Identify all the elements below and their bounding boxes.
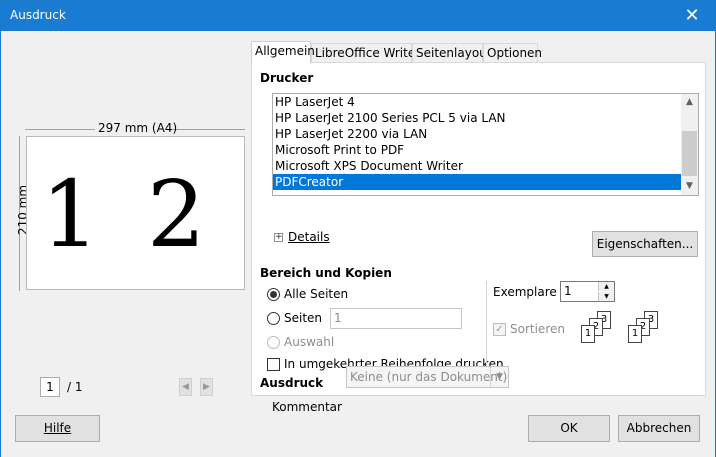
- scroll-down-icon[interactable]: ▼: [681, 178, 698, 195]
- range-section-title: Bereich und Kopien: [260, 266, 392, 280]
- print-dialog: Ausdruck ✕ 297 mm (A4) 210 mm 1 2 1 / 1 …: [0, 0, 716, 457]
- preview-width-line: [171, 129, 245, 130]
- scroll-up-icon[interactable]: ▲: [681, 94, 698, 111]
- range-divider: [486, 281, 487, 373]
- printer-list-scrollbar[interactable]: ▲ ▼: [681, 94, 698, 195]
- tab-panel-allgemein: Drucker HP LaserJet 4 HP LaserJet 2100 S…: [251, 62, 706, 414]
- all-pages-label[interactable]: Alle Seiten: [284, 287, 348, 301]
- collate-on-icon: 3 2 1: [581, 311, 619, 347]
- list-item[interactable]: Microsoft XPS Document Writer: [273, 158, 698, 174]
- collate-off-icon: 3 2 1: [628, 311, 666, 347]
- current-page-field[interactable]: 1: [40, 377, 60, 397]
- list-item-selected[interactable]: PDFCreator: [273, 174, 681, 190]
- selection-label: Auswahl: [284, 335, 335, 349]
- printer-section-title: Drucker: [260, 71, 314, 85]
- properties-button[interactable]: Eigenschaften...: [592, 231, 698, 257]
- increment-icon[interactable]: ▲: [598, 282, 614, 291]
- collate-checkbox[interactable]: ✓: [493, 323, 506, 336]
- tab-seitenlayout[interactable]: Seitenlayout: [412, 43, 491, 63]
- all-pages-radio[interactable]: [267, 288, 280, 301]
- decrement-icon[interactable]: ▼: [598, 292, 614, 301]
- tab-allgemein[interactable]: Allgemein: [251, 41, 315, 64]
- preview-page-number: 2: [147, 161, 206, 268]
- pages-radio[interactable]: [267, 312, 280, 325]
- title-bar: Ausdruck ✕: [1, 1, 715, 31]
- preview-page-number: 1: [41, 161, 100, 268]
- list-item[interactable]: HP LaserJet 2200 via LAN: [273, 126, 698, 142]
- tab-libreoffice-writer[interactable]: LibreOffice Writer: [311, 43, 420, 63]
- page-count: / 1: [67, 380, 83, 394]
- dialog-body: 297 mm (A4) 210 mm 1 2 1 / 1 ◀ ▶ Allgeme…: [1, 31, 715, 457]
- ok-button[interactable]: OK: [528, 415, 610, 442]
- comment-value: Keine (nur das Dokument): [350, 370, 508, 384]
- comment-label: Kommentar: [272, 400, 342, 414]
- comment-select[interactable]: Keine (nur das Dokument) ▼: [346, 366, 509, 388]
- help-button[interactable]: Hilfe: [15, 415, 100, 442]
- copies-value: 1: [564, 284, 572, 298]
- print-preview: 1 2: [26, 136, 245, 290]
- scroll-thumb[interactable]: [682, 131, 697, 176]
- close-icon[interactable]: ✕: [669, 1, 715, 31]
- preview-width-line: [25, 129, 95, 130]
- chevron-down-icon[interactable]: ▼: [490, 367, 508, 387]
- copies-label: Exemplare: [493, 285, 557, 299]
- list-item[interactable]: Microsoft Print to PDF: [273, 142, 698, 158]
- pages-label[interactable]: Seiten: [284, 311, 322, 325]
- cancel-button[interactable]: Abbrechen: [618, 415, 700, 442]
- selection-radio[interactable]: [267, 336, 280, 349]
- collate-label: Sortieren: [510, 322, 565, 336]
- next-page-button[interactable]: ▶: [200, 378, 213, 396]
- preview-width-label: 297 mm (A4): [98, 121, 178, 135]
- window-title: Ausdruck: [10, 8, 66, 22]
- printer-list[interactable]: HP LaserJet 4 HP LaserJet 2100 Series PC…: [272, 93, 699, 196]
- reverse-order-checkbox[interactable]: [267, 358, 280, 371]
- tab-optionen[interactable]: Optionen: [483, 43, 542, 63]
- copies-stepper[interactable]: 1 ▲ ▼: [560, 281, 615, 302]
- output-section-title: Ausdruck: [260, 376, 324, 390]
- list-item[interactable]: HP LaserJet 2100 Series PCL 5 via LAN: [273, 110, 698, 126]
- pages-input[interactable]: 1: [330, 308, 462, 329]
- expand-icon[interactable]: +: [274, 233, 283, 242]
- details-expander[interactable]: Details: [288, 230, 330, 244]
- list-item[interactable]: HP LaserJet 4: [273, 94, 698, 110]
- prev-page-button[interactable]: ◀: [179, 378, 192, 396]
